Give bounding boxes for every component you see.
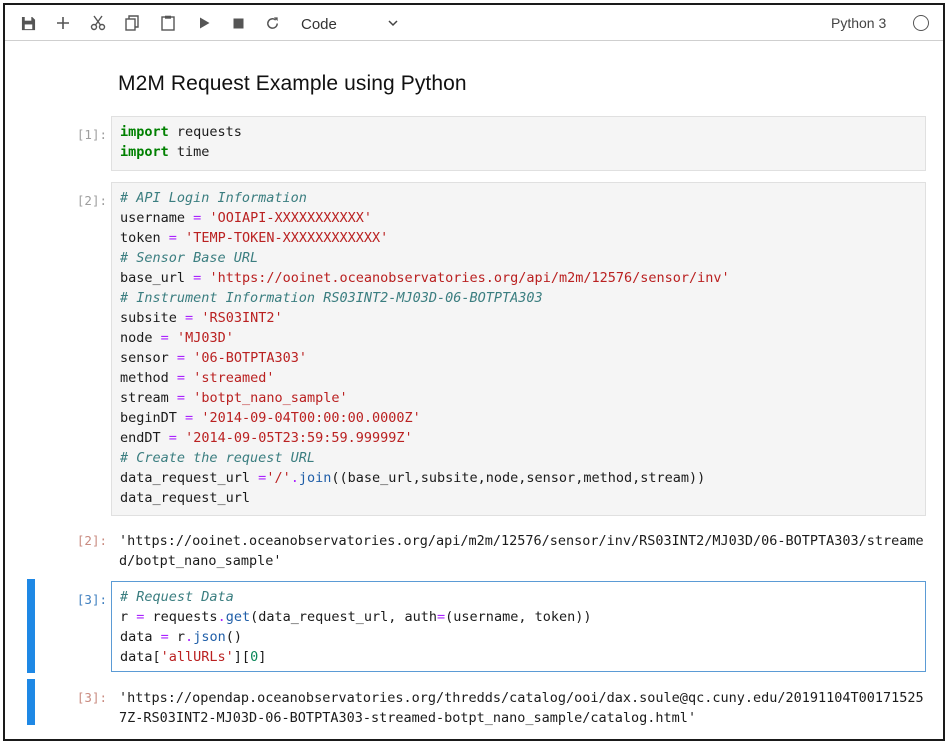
code-token: ]: [258, 649, 267, 665]
code-string: 'streamed': [193, 370, 275, 386]
copy-icon[interactable]: [119, 5, 145, 41]
cell-1-code-input[interactable]: import requests import time: [111, 116, 926, 171]
code-token: subsite: [120, 310, 177, 326]
code-token: (data_request_url, auth: [250, 609, 438, 625]
selected-output-indicator: [27, 679, 35, 725]
code-token: ((base_url,subsite,node,sensor,method,st…: [331, 470, 706, 486]
code-string: 'botpt_nano_sample': [193, 390, 348, 406]
code-token: data: [120, 629, 161, 645]
cell-3-output-prompt: [3]:: [76, 690, 107, 705]
code-function: get: [225, 609, 251, 625]
cell-3-code-input[interactable]: # Request Data r = requests.get(data_req…: [111, 581, 926, 672]
code-token: ][: [233, 649, 251, 665]
cut-icon[interactable]: [85, 5, 111, 41]
code-comment: # Request Data: [120, 589, 234, 605]
cell-type-value: Code: [301, 15, 337, 33]
code-token: base_url: [120, 270, 186, 286]
code-token: import: [120, 124, 169, 140]
code-string: 'allURLs': [160, 649, 234, 665]
cell-2-input-prompt: [2]:: [76, 193, 107, 208]
cell-2-code-input[interactable]: # API Login Information username = 'OOIA…: [111, 182, 926, 516]
code-comment: # Create the request URL: [120, 450, 316, 466]
code-token: username: [120, 210, 186, 226]
code-comment: # API Login Information: [120, 190, 307, 206]
code-string: '2014-09-04T00:00:00.0000Z': [201, 410, 421, 426]
code-string: 'https://ooinet.oceanobservatories.org/a…: [209, 270, 730, 286]
code-comment: # Sensor Base URL: [120, 250, 259, 266]
code-token: time: [168, 144, 210, 160]
code-string: 'MJ03D': [176, 330, 234, 346]
cell-2-output-prompt: [2]:: [76, 533, 107, 548]
code-block: import requests import time: [112, 117, 925, 162]
code-string: '2014-09-05T23:59:59.99999Z': [185, 430, 413, 446]
code-function: join: [298, 470, 332, 486]
chevron-down-icon: [387, 16, 399, 33]
code-string: 'RS03INT2': [201, 310, 283, 326]
save-icon[interactable]: [15, 5, 41, 41]
code-token: r: [168, 629, 186, 645]
code-token: requests: [144, 609, 218, 625]
code-string: '/': [266, 470, 291, 486]
cell-1-input-prompt: [1]:: [76, 127, 107, 142]
cell-3-input-prompt: [3]:: [76, 592, 107, 607]
code-block: # API Login Information username = 'OOIA…: [120, 190, 730, 506]
code-token: method: [120, 370, 169, 386]
add-cell-icon[interactable]: [50, 5, 76, 41]
paste-icon[interactable]: [155, 5, 181, 41]
restart-icon[interactable]: [259, 5, 285, 41]
selected-cell-indicator: [27, 579, 35, 673]
code-token: stream: [120, 390, 169, 406]
code-block: # Request Data r = requests.get(data_req…: [120, 589, 592, 665]
code-string: 'OOIAPI-XXXXXXXXXXX': [209, 210, 373, 226]
kernel-status-icon: [913, 15, 929, 31]
code-token: data_request_url: [120, 490, 251, 506]
notebook-toolbar: Code Python 3: [5, 5, 943, 41]
code-token: data[: [120, 649, 161, 665]
notebook-window: Code Python 3 M2M Request Example using …: [3, 3, 945, 741]
code-token: (): [225, 629, 242, 645]
code-string: '06-BOTPTA303': [193, 350, 307, 366]
cell-2-output-text: 'https://ooinet.oceanobservatories.org/a…: [119, 533, 924, 569]
code-token: endDT: [120, 430, 161, 446]
code-token: node: [120, 330, 153, 346]
code-comment: # Instrument Information RS03INT2-MJ03D-…: [120, 290, 543, 306]
code-function: json: [193, 629, 226, 645]
code-token: beginDT: [120, 410, 177, 426]
code-token: token: [120, 230, 161, 246]
cell-3-output-text: 'https://opendap.oceanobservatories.org/…: [119, 690, 924, 726]
cell-type-select[interactable]: Code: [301, 12, 401, 36]
code-token: import: [120, 144, 169, 160]
code-token: data_request_url: [120, 470, 259, 486]
run-icon[interactable]: [191, 5, 217, 41]
code-token: r: [120, 609, 137, 625]
code-string: 'TEMP-TOKEN-XXXXXXXXXXXX': [185, 230, 389, 246]
code-token: requests: [168, 124, 242, 140]
kernel-name[interactable]: Python 3: [831, 5, 886, 41]
notebook-heading: M2M Request Example using Python: [118, 72, 467, 95]
code-number: 0: [250, 649, 259, 665]
code-token: (username, token)): [445, 609, 592, 625]
stop-icon[interactable]: [225, 5, 251, 41]
code-token: sensor: [120, 350, 169, 366]
